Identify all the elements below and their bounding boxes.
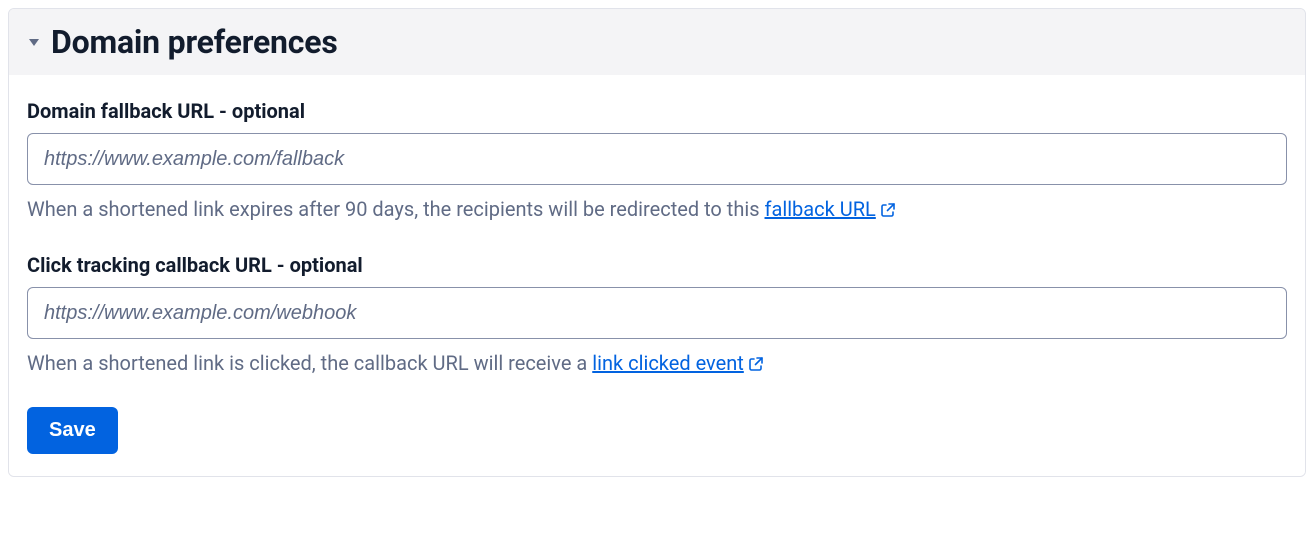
chevron-down-icon [27,35,41,49]
callback-url-label: Click tracking callback URL - optional [27,253,1287,277]
fallback-url-help-link[interactable]: fallback URL [765,197,896,221]
external-link-icon [748,353,764,377]
help-text-prefix: When a shortened link expires after 90 d… [27,197,765,221]
fallback-url-group: Domain fallback URL - optional When a sh… [27,99,1287,223]
panel-header[interactable]: Domain preferences [9,9,1305,75]
link-text: link clicked event [592,351,744,375]
callback-url-group: Click tracking callback URL - optional W… [27,253,1287,377]
fallback-url-help: When a shortened link expires after 90 d… [27,197,1287,223]
callback-url-input[interactable] [27,287,1287,339]
panel-title: Domain preferences [51,23,338,61]
external-link-icon [880,199,896,223]
fallback-url-label: Domain fallback URL - optional [27,99,1287,123]
fallback-url-input[interactable] [27,133,1287,185]
callback-url-help: When a shortened link is clicked, the ca… [27,351,1287,377]
domain-preferences-panel: Domain preferences Domain fallback URL -… [8,8,1306,477]
panel-body: Domain fallback URL - optional When a sh… [9,75,1305,476]
callback-url-help-link[interactable]: link clicked event [592,351,764,375]
help-text-prefix: When a shortened link is clicked, the ca… [27,351,592,375]
link-text: fallback URL [765,197,876,221]
save-button[interactable]: Save [27,407,118,454]
